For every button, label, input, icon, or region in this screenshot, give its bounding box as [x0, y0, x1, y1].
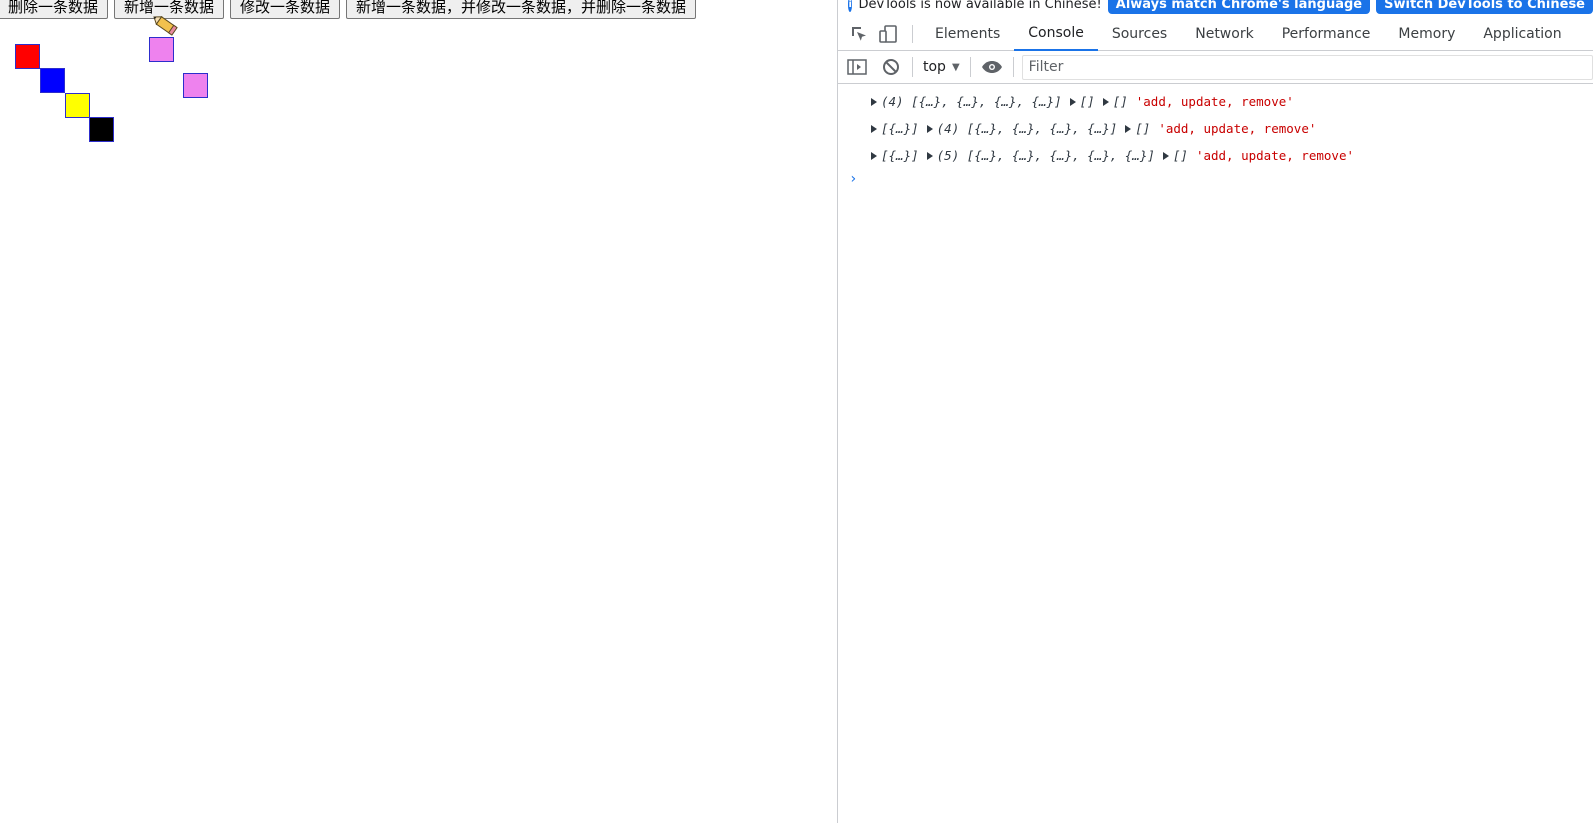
update-one-button[interactable]: 修改一条数据 [230, 0, 341, 19]
match-language-button[interactable]: Always match Chrome's language [1107, 0, 1371, 14]
filter-input[interactable] [1021, 54, 1593, 80]
log-arg[interactable]: [{…}] [871, 121, 919, 136]
page-viewport: 删除一条数据 新增一条数据 修改一条数据 新增一条数据，并修改一条数据，并删除一… [0, 0, 837, 823]
log-arg[interactable]: (4) [{…}, {…}, {…}, {…}] [926, 121, 1118, 136]
sidebar-toggle-icon[interactable] [840, 51, 874, 84]
log-arg[interactable]: (4) [{…}, {…}, {…}, {…}] [871, 94, 1062, 109]
console-log-line[interactable]: [{…}] (4) [{…}, {…}, {…}, {…}] [] 'add, … [838, 115, 1593, 142]
console-prompt[interactable]: › [838, 169, 1593, 189]
expand-arrow-icon [926, 124, 933, 133]
log-arg[interactable]: [{…}] [871, 148, 919, 163]
add-update-delete-button[interactable]: 新增一条数据，并修改一条数据，并删除一条数据 [346, 0, 697, 19]
expand-arrow-icon [871, 97, 877, 106]
log-arg[interactable]: [] [1162, 148, 1188, 163]
toolbar-divider [1012, 57, 1014, 77]
tab-memory[interactable]: Memory [1384, 18, 1469, 51]
expand-arrow-icon [926, 151, 933, 160]
log-arg-text: (5) [{…}, {…}, {…}, {…}, {…}] [936, 148, 1155, 163]
pencil-cursor-icon [153, 16, 178, 36]
log-arg-text: [] [1135, 121, 1151, 136]
context-selector[interactable]: top ▼ [917, 59, 966, 75]
log-arg-text: (4) [{…}, {…}, {…}, {…}] [881, 94, 1062, 109]
eye-icon[interactable] [975, 51, 1009, 84]
log-arg[interactable]: [] [1125, 121, 1150, 136]
tab-network[interactable]: Network [1181, 18, 1267, 51]
tab-application[interactable]: Application [1469, 18, 1575, 51]
tab-divider [912, 25, 913, 43]
log-arg-text: [] [1172, 148, 1188, 163]
button-row: 删除一条数据 新增一条数据 修改一条数据 新增一条数据，并修改一条数据，并删除一… [0, 0, 697, 19]
delete-one-button[interactable]: 删除一条数据 [0, 0, 109, 19]
log-arg[interactable]: [] [1069, 94, 1095, 109]
box-red [15, 44, 40, 69]
clear-console-icon[interactable] [874, 51, 908, 84]
tab-console[interactable]: Console [1014, 18, 1098, 51]
console-log-line[interactable]: [{…}] (5) [{…}, {…}, {…}, {…}, {…}] [] '… [838, 142, 1593, 169]
log-arg-text: [{…}] [881, 121, 919, 136]
log-arg-text: [{…}] [881, 148, 919, 163]
devtools-panel: i DevTools is now available in Chinese! … [837, 0, 1593, 823]
log-arg-text: [] [1112, 94, 1128, 109]
console-toolbar: top ▼ [838, 51, 1593, 84]
log-string: 'add, update, remove' [1135, 94, 1294, 109]
devtools-tabbar: Elements Console Sources Network Perform… [838, 18, 1593, 51]
log-string: 'add, update, remove' [1158, 121, 1317, 136]
expand-arrow-icon [1125, 124, 1132, 133]
expand-arrow-icon [1069, 97, 1076, 106]
console-log-line[interactable]: (4) [{…}, {…}, {…}, {…}] [] [] 'add, upd… [838, 88, 1593, 115]
context-label: top [923, 59, 946, 75]
dropdown-arrow-icon: ▼ [951, 61, 960, 73]
expand-arrow-icon [871, 151, 877, 160]
box-violet [149, 37, 174, 62]
toolbar-divider [912, 57, 913, 77]
tab-performance[interactable]: Performance [1268, 18, 1385, 51]
tab-elements[interactable]: Elements [921, 18, 1014, 51]
log-string: 'add, update, remove' [1195, 148, 1354, 163]
box-blue [40, 68, 65, 93]
infobar-message: DevTools is now available in Chinese! [858, 0, 1102, 12]
expand-arrow-icon [871, 124, 877, 133]
expand-arrow-icon [1102, 97, 1109, 106]
info-icon: i [848, 0, 853, 12]
box-black [89, 117, 114, 142]
tab-sources[interactable]: Sources [1098, 18, 1181, 51]
inspect-element-icon[interactable] [844, 18, 874, 51]
log-arg[interactable]: (5) [{…}, {…}, {…}, {…}, {…}] [926, 148, 1155, 163]
box-yellow [65, 93, 90, 118]
log-arg-text: (4) [{…}, {…}, {…}, {…}] [936, 121, 1118, 136]
log-arg[interactable]: [] [1102, 94, 1128, 109]
language-infobar: i DevTools is now available in Chinese! … [838, 0, 1593, 15]
box-violet [183, 73, 208, 98]
device-toolbar-icon[interactable] [874, 18, 904, 51]
toolbar-divider [969, 57, 971, 77]
log-arg-text: [] [1079, 94, 1095, 109]
console-output: (4) [{…}, {…}, {…}, {…}] [] [] 'add, upd… [838, 88, 1593, 189]
switch-language-button[interactable]: Switch DevTools to Chinese [1376, 0, 1593, 14]
expand-arrow-icon [1162, 151, 1169, 160]
